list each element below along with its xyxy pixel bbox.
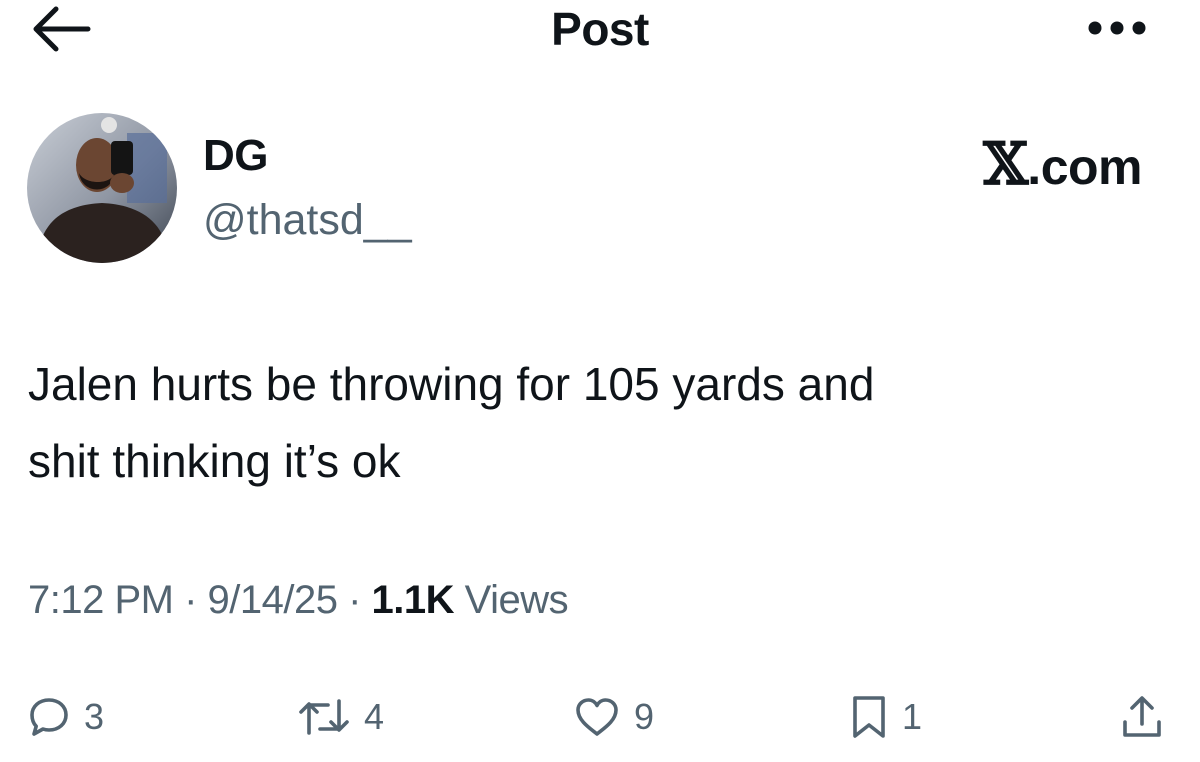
views-count: 1.1K — [371, 578, 455, 622]
like-count: 9 — [634, 696, 655, 737]
views-label: Views — [454, 578, 569, 622]
author-handle[interactable]: @thatsd__ — [203, 196, 412, 245]
share-button[interactable] — [1120, 682, 1164, 752]
post-date[interactable]: 9/14/25 — [208, 578, 338, 622]
share-icon — [1123, 696, 1161, 737]
reply-count: 3 — [84, 696, 105, 737]
heart-icon — [576, 698, 618, 736]
reply-icon — [30, 698, 68, 736]
repost-button[interactable]: 4 — [298, 682, 384, 752]
page-title: Post — [551, 3, 649, 55]
post-time[interactable]: 7:12 PM — [28, 578, 174, 622]
action-bar: 3 4 9 1 — [0, 682, 1200, 752]
x-logo-icon: 𝕏 — [983, 130, 1028, 198]
bookmark-icon — [853, 696, 885, 738]
author-display-name[interactable]: DG — [203, 131, 269, 181]
more-horizontal-icon — [1088, 21, 1146, 35]
site-watermark: 𝕏 .com — [983, 130, 1142, 198]
avatar[interactable] — [27, 113, 177, 263]
bookmark-button[interactable]: 1 — [850, 682, 922, 752]
reply-button[interactable]: 3 — [28, 682, 104, 752]
repost-count: 4 — [364, 696, 385, 737]
post-text: Jalen hurts be throwing for 105 yards an… — [28, 358, 875, 487]
avatar-photo — [27, 113, 177, 263]
bookmark-count: 1 — [902, 696, 923, 737]
top-bar: Post — [0, 0, 1200, 70]
like-button[interactable]: 9 — [574, 682, 654, 752]
meta-separator: · — [337, 578, 372, 622]
meta-separator: · — [173, 578, 208, 622]
post-meta: 7:12 PM · 9/14/25 · 1.1K Views — [28, 578, 569, 623]
more-options-button[interactable] — [1082, 10, 1152, 46]
repost-icon — [299, 699, 349, 735]
site-domain: .com — [1027, 139, 1142, 195]
